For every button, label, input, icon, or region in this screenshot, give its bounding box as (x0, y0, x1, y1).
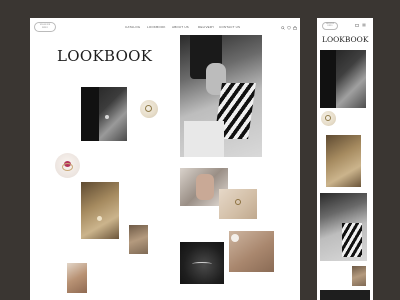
bag-icon[interactable] (293, 26, 297, 30)
page-title: LOOKBOOK (57, 47, 153, 65)
search-icon[interactable] (281, 26, 285, 30)
ring-on-finger-photo[interactable] (219, 189, 257, 219)
necklace-photo-sepia[interactable] (81, 182, 119, 239)
mobile-scarf-stripes (342, 223, 362, 257)
ring-detail (235, 199, 241, 205)
mobile-page: VIOLENE RING LOOKBOOK (317, 18, 373, 300)
ring-band (62, 163, 73, 171)
mobile-side-profile-photo[interactable] (352, 266, 366, 286)
hand-shape (196, 174, 214, 200)
portrait-earring-closeup[interactable] (81, 87, 127, 141)
mobile-necklace-photo[interactable] (326, 135, 361, 187)
mobile-hair-shadow (320, 50, 336, 108)
model-with-scarf-photo[interactable] (180, 35, 262, 157)
mobile-gold-ring-circle[interactable] (321, 111, 336, 126)
main-nav: CATALOG LOOKBOOK ABOUT US DELIVERY CONTA… (125, 25, 275, 31)
earring-highlight (105, 115, 109, 119)
ring-shape (145, 105, 152, 112)
bracelet-line (192, 262, 212, 266)
mobile-bag-icon[interactable] (355, 23, 359, 27)
flower-accent (231, 234, 239, 242)
nav-contact-us[interactable]: CONTACT US (219, 25, 240, 29)
bare-shoulders-photo[interactable] (229, 231, 274, 272)
desktop-page: VIOLENE RING CATALOG LOOKBOOK ABOUT US D… (30, 18, 300, 300)
nav-about-us[interactable]: ABOUT US (172, 25, 189, 29)
nav-catalog[interactable]: CATALOG (125, 25, 140, 29)
menu-icon[interactable] (362, 23, 366, 27)
woman-small-portrait[interactable] (67, 263, 87, 293)
side-profile-photo[interactable] (129, 225, 148, 254)
mobile-dark-photo[interactable] (320, 290, 370, 300)
mobile-page-title: LOOKBOOK (322, 35, 369, 44)
mobile-model-scarf-photo[interactable] (320, 193, 367, 261)
hair-shadow (81, 87, 99, 141)
mobile-ring-shape (325, 115, 331, 121)
nav-lookbook[interactable]: LOOKBOOK (147, 25, 166, 29)
mobile-brand-logo[interactable]: VIOLENE RING (322, 22, 338, 30)
bracelet-dark-photo[interactable] (180, 242, 224, 284)
heart-icon[interactable] (287, 26, 291, 30)
nav-delivery[interactable]: DELIVERY (198, 25, 214, 29)
pink-ring-circle[interactable] (55, 153, 80, 178)
shirt (184, 121, 224, 157)
mobile-portrait-earring[interactable] (320, 50, 366, 108)
pendant (97, 216, 102, 221)
brand-logo[interactable]: VIOLENE RING (34, 22, 56, 32)
gold-ring-circle[interactable] (140, 100, 158, 118)
